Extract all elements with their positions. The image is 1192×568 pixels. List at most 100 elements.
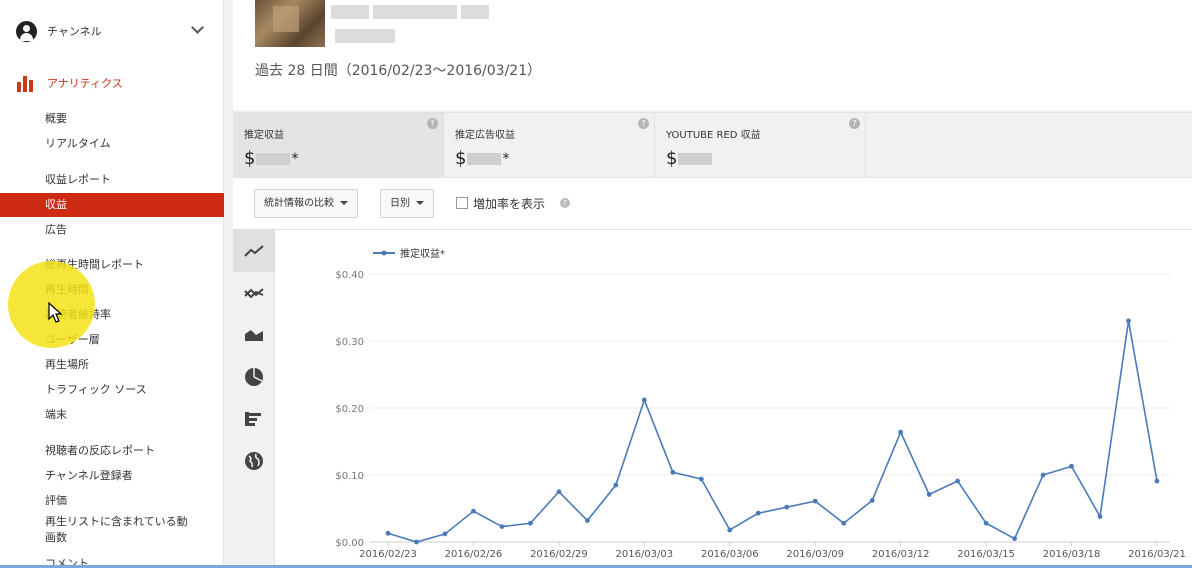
- x-tick-label: 2016/03/18: [1043, 549, 1101, 560]
- mouse-pointer-icon: [48, 302, 63, 323]
- sidebar-item-engagement-reports[interactable]: 視聴者の反応レポート: [0, 439, 224, 463]
- data-point[interactable]: [1012, 536, 1017, 542]
- data-point[interactable]: [1126, 318, 1131, 324]
- sidebar-item-subscribers[interactable]: チャンネル登録者: [0, 464, 224, 488]
- x-tick-label: 2016/02/23: [359, 549, 417, 560]
- data-point[interactable]: [812, 498, 818, 504]
- multi-line-chart-button[interactable]: [233, 272, 275, 314]
- sidebar-item-likes[interactable]: 評価: [0, 489, 224, 513]
- growth-checkbox[interactable]: [456, 197, 468, 209]
- sidebar-item-overview[interactable]: 概要: [0, 107, 224, 131]
- compare-metrics-dropdown[interactable]: 統計情報の比較: [254, 189, 358, 218]
- analytics-bars-icon: [17, 76, 37, 92]
- sidebar: チャンネル アナリティクス 概要 リアルタイム 収益レポート 収益 広告 総再生時間レポー…: [0, 0, 224, 568]
- chart-type-toolbar: [233, 230, 275, 568]
- x-tick-label: 2016/03/15: [957, 549, 1015, 560]
- data-point[interactable]: [670, 469, 676, 475]
- x-tick-label: 2016/03/12: [872, 549, 930, 560]
- date-range-label: 過去 28 日間（2016/02/23〜2016/03/21）: [255, 63, 542, 79]
- help-icon[interactable]: ?: [849, 118, 860, 129]
- data-point[interactable]: [755, 510, 761, 516]
- redacted-text: [461, 5, 489, 19]
- metric-value: $ *: [455, 148, 510, 169]
- data-point[interactable]: [698, 476, 704, 482]
- metric-value: $: [666, 148, 713, 169]
- metric-title: 推定広告収益: [455, 130, 515, 141]
- account-icon: [16, 20, 37, 42]
- metric-card-youtube-red-revenue[interactable]: YOUTUBE RED 収益 ? $: [655, 113, 866, 178]
- revenue-line-chart[interactable]: $0.00 $0.10 $0.20 $0.30 $0.40 2016/02/23 2016/…: [275, 230, 1192, 568]
- sidebar-item-devices[interactable]: 端末: [0, 403, 224, 427]
- data-point[interactable]: [983, 520, 989, 526]
- legend-label: 推定収益*: [400, 247, 445, 260]
- bar-chart-button[interactable]: [233, 398, 275, 440]
- metric-card-estimated-ad-revenue[interactable]: 推定広告収益 ? $ *: [444, 113, 655, 178]
- data-point[interactable]: [869, 498, 875, 503]
- x-tick-label: 2016/02/26: [445, 549, 503, 560]
- pie-chart-button[interactable]: [233, 356, 275, 398]
- chart-controls: 統計情報の比較 日別 増加率を表示 ?: [233, 177, 1192, 229]
- sidebar-item-playback-locations[interactable]: 再生場所: [0, 353, 224, 377]
- data-point[interactable]: [898, 429, 904, 435]
- x-tick-label: 2016/03/06: [701, 549, 759, 560]
- y-tick-label: $0.20: [335, 404, 364, 415]
- metric-card-estimated-revenue[interactable]: 推定収益 ? $ *: [233, 113, 444, 178]
- data-point[interactable]: [414, 539, 419, 545]
- data-point[interactable]: [1069, 463, 1074, 469]
- data-point[interactable]: [385, 530, 391, 536]
- bar-chart-icon: [245, 412, 261, 426]
- globe-icon: [245, 452, 263, 470]
- y-tick-label: $0.40: [335, 270, 364, 281]
- data-point[interactable]: [841, 520, 847, 526]
- data-point[interactable]: [784, 504, 790, 510]
- analytics-app: チャンネル アナリティクス 概要 リアルタイム 収益レポート 収益 広告 総再生時間レポー…: [0, 0, 1192, 568]
- data-point[interactable]: [955, 478, 961, 484]
- y-tick-label: $0.10: [335, 471, 364, 482]
- data-point[interactable]: [584, 518, 590, 523]
- legend-marker: [381, 250, 387, 256]
- data-point[interactable]: [556, 489, 562, 495]
- area-chart-icon: [245, 330, 263, 341]
- pie-chart-icon: [245, 368, 263, 386]
- y-tick-label: $0.30: [335, 337, 364, 348]
- area-chart-button[interactable]: [233, 314, 275, 356]
- caret-down-icon: [416, 201, 424, 205]
- data-point[interactable]: [613, 482, 619, 488]
- multi-line-chart-icon: [244, 288, 264, 299]
- data-point[interactable]: [727, 527, 733, 533]
- growth-label[interactable]: 増加率を表示: [473, 195, 545, 212]
- data-point[interactable]: [528, 520, 533, 526]
- data-point[interactable]: [1154, 478, 1160, 484]
- x-tick-label: 2016/03/03: [616, 549, 674, 560]
- help-icon[interactable]: ?: [638, 118, 649, 129]
- map-chart-button[interactable]: [233, 440, 275, 482]
- channel-thumbnail: [255, 0, 325, 47]
- interval-dropdown[interactable]: 日別: [380, 189, 434, 218]
- data-point[interactable]: [926, 492, 932, 497]
- channel-label: チャンネル: [47, 25, 102, 38]
- sidebar-item-revenue-reports[interactable]: 収益レポート: [0, 168, 224, 192]
- x-tick-label: 2016/02/29: [530, 549, 588, 560]
- metric-value: $ *: [244, 148, 299, 169]
- sidebar-item-traffic-sources[interactable]: トラフィック ソース: [0, 378, 224, 402]
- help-icon[interactable]: ?: [560, 198, 570, 208]
- data-point[interactable]: [1097, 514, 1103, 519]
- channel-menu[interactable]: チャンネル: [0, 14, 224, 48]
- chevron-down-icon[interactable]: [191, 21, 204, 34]
- line-chart-icon: [244, 245, 264, 257]
- data-point[interactable]: [471, 508, 476, 514]
- data-point[interactable]: [499, 524, 505, 529]
- x-tick-label: 2016/03/09: [786, 549, 844, 560]
- sidebar-item-ads[interactable]: 広告: [0, 218, 224, 242]
- data-point[interactable]: [641, 397, 647, 403]
- y-tick-label: $0.00: [335, 538, 364, 549]
- help-icon[interactable]: ?: [427, 118, 438, 129]
- sidebar-item-realtime[interactable]: リアルタイム: [0, 132, 224, 156]
- data-point[interactable]: [1040, 472, 1046, 478]
- sidebar-item-revenue[interactable]: 収益: [0, 193, 224, 217]
- data-point[interactable]: [442, 531, 448, 537]
- analytics-section-header[interactable]: アナリティクス: [0, 70, 224, 96]
- line-chart-button[interactable]: [233, 230, 275, 272]
- sidebar-item-videos-in-playlists[interactable]: 再生リストに含まれている動画数: [0, 512, 190, 546]
- page-header: 過去 28 日間（2016/02/23〜2016/03/21）: [233, 0, 1192, 110]
